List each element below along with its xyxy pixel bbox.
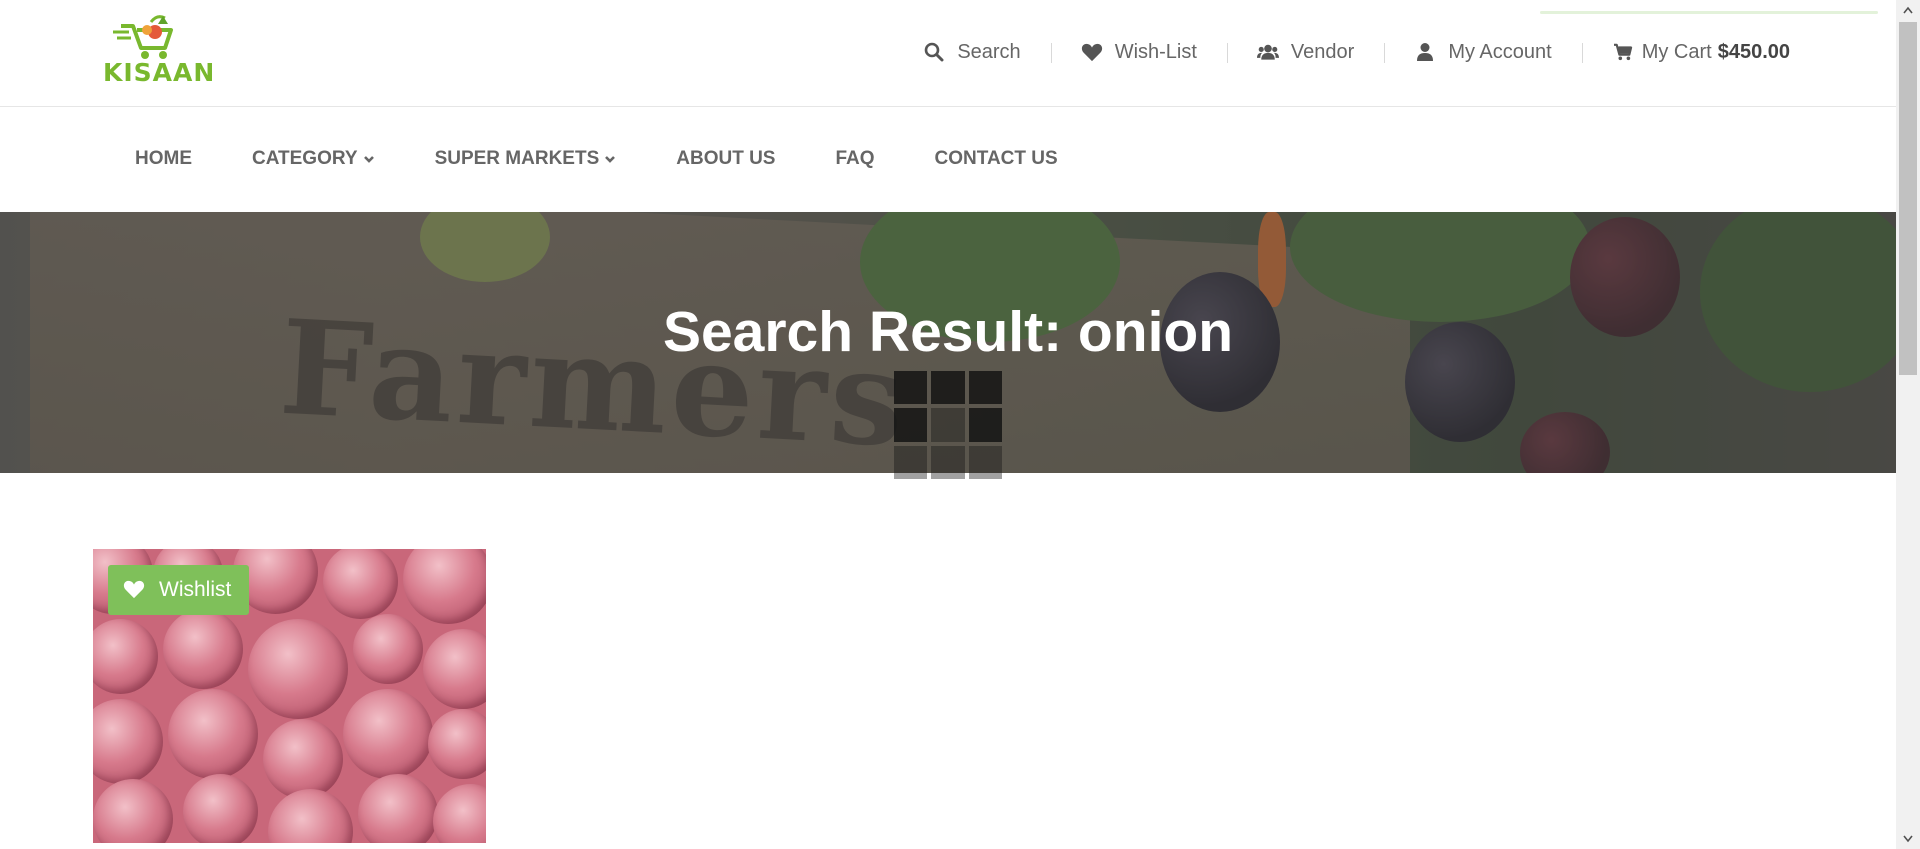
my-cart-link[interactable]: My Cart $450.00 [1581, 40, 1790, 64]
onion [248, 619, 348, 719]
top-header: KISAAN Search Wish-List Vendor My Accoun… [0, 0, 1896, 107]
spinner-block [968, 445, 1002, 479]
onion [428, 709, 486, 779]
loading-spinner [894, 371, 1002, 479]
onion [358, 774, 438, 843]
wishlist-button-label: Wishlist [159, 578, 232, 601]
vendor-label: Vendor [1290, 40, 1355, 63]
nav-item-label: SUPER MARKETS [434, 148, 600, 169]
nav-list: HOME CATEGORY SUPER MARKETS ABOUT US FAQ… [135, 148, 1118, 170]
spinner-block [894, 445, 928, 479]
nav-item-label: HOME [135, 148, 192, 169]
nav-item-contact-us[interactable]: CONTACT US [935, 148, 1058, 170]
nav-item-label: FAQ [835, 148, 875, 169]
add-to-wishlist-button[interactable]: Wishlist [108, 565, 249, 615]
main-navigation: HOME CATEGORY SUPER MARKETS ABOUT US FAQ… [0, 108, 1896, 212]
nav-item-label: ABOUT US [676, 148, 776, 169]
spinner-block [931, 371, 965, 405]
nav-item-label: CONTACT US [934, 148, 1058, 169]
chevron-down-icon [604, 153, 616, 165]
search-label: Search [957, 40, 1021, 63]
onion [423, 629, 486, 709]
cart-logo-icon [113, 15, 173, 59]
onion [323, 549, 398, 619]
onion [93, 699, 163, 784]
scroll-up-arrow-icon[interactable] [1896, 0, 1920, 20]
wishlist-link[interactable]: Wish-List [1050, 40, 1227, 64]
chevron-down-icon [363, 153, 375, 165]
users-icon [1256, 41, 1279, 63]
nav-item-label: CATEGORY [252, 148, 358, 169]
cart-amount: $450.00 [1717, 40, 1790, 63]
onion [168, 689, 258, 779]
my-account-link[interactable]: My Account [1384, 41, 1581, 64]
spinner-block [894, 371, 928, 405]
cart-icon [1612, 41, 1634, 63]
brand-name: KISAAN [103, 58, 216, 87]
nav-item-home[interactable]: HOME [135, 148, 192, 170]
nav-item-about-us[interactable]: ABOUT US [676, 148, 775, 170]
heart-icon [1081, 41, 1103, 63]
product-card-onion[interactable]: Wishlist [93, 549, 486, 843]
vertical-scrollbar[interactable] [1896, 0, 1920, 849]
onion [403, 549, 486, 624]
my-cart-label: My Cart [1641, 40, 1712, 63]
onion [343, 689, 433, 779]
search-link[interactable]: Search [893, 41, 1050, 64]
wishlist-label: Wish-List [1114, 40, 1197, 63]
page-loading-bar [1540, 11, 1878, 14]
spinner-block [931, 445, 965, 479]
heart-icon [123, 579, 145, 601]
page-title: Search Result: onion [662, 300, 1234, 364]
onion [93, 619, 158, 694]
onion [353, 614, 423, 684]
spinner-block [968, 408, 1002, 442]
spinner-block [931, 408, 965, 442]
user-icon [1414, 41, 1436, 63]
nav-item-category[interactable]: CATEGORY [252, 148, 375, 170]
onion [93, 779, 173, 843]
search-icon [923, 41, 945, 63]
onion [183, 774, 258, 843]
nav-item-super-markets[interactable]: SUPER MARKETS [435, 148, 617, 170]
vendor-link[interactable]: Vendor [1226, 40, 1384, 64]
onion [268, 789, 353, 843]
onion [433, 784, 486, 843]
top-links: Search Wish-List Vendor My Account My Ca… [893, 40, 1790, 64]
scroll-down-arrow-icon[interactable] [1896, 829, 1920, 849]
scrollbar-thumb[interactable] [1899, 22, 1917, 375]
onion [263, 719, 343, 799]
spinner-block [968, 371, 1002, 405]
nav-item-faq[interactable]: FAQ [835, 148, 874, 170]
spinner-block [894, 408, 928, 442]
my-account-label: My Account [1448, 40, 1552, 63]
onion [163, 609, 243, 689]
brand-logo[interactable]: KISAAN [103, 12, 216, 88]
